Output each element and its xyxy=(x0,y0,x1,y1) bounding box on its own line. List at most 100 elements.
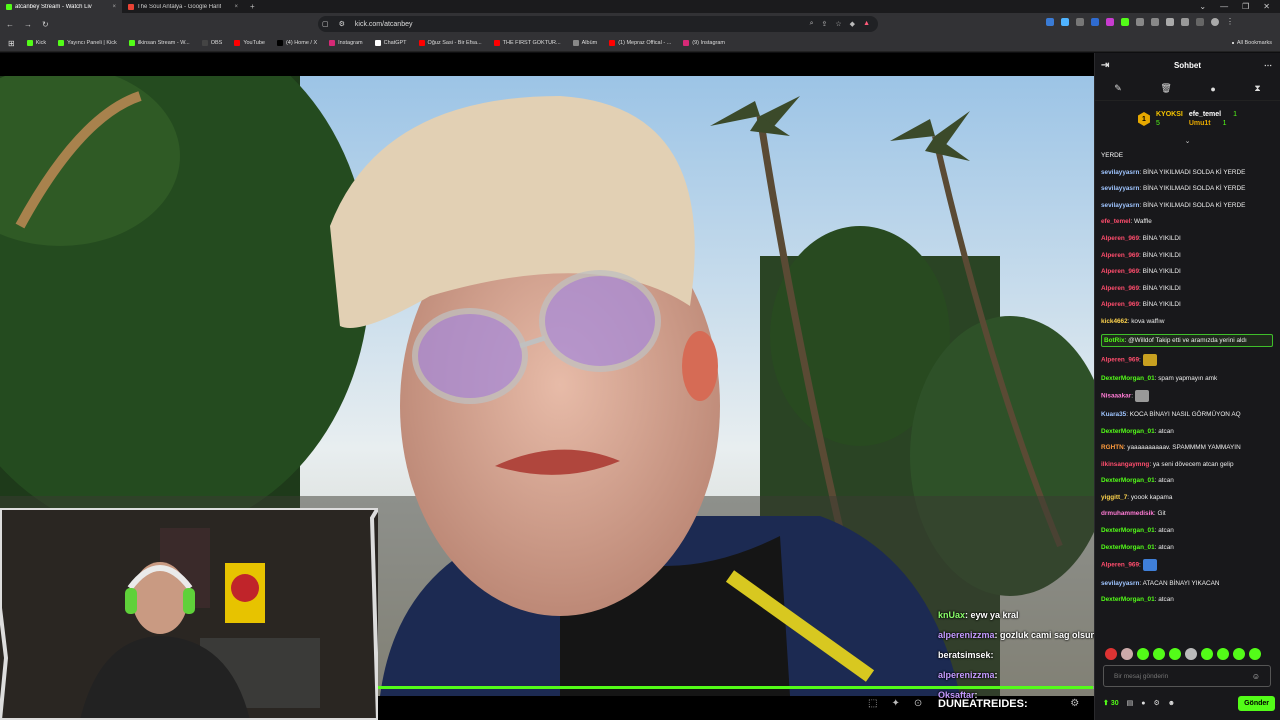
chat-username[interactable]: sevilayyasrn xyxy=(1101,202,1139,209)
bookmark-item[interactable]: ilkinsan Stream - W... xyxy=(128,40,190,46)
send-button[interactable]: Gönder xyxy=(1238,695,1275,711)
chat-username[interactable]: Alperen_969 xyxy=(1101,268,1139,275)
tab-search-icon[interactable]: ⌄ xyxy=(1199,2,1206,11)
chat-username[interactable]: kick4662 xyxy=(1101,318,1128,325)
emote-icon[interactable] xyxy=(1185,648,1197,660)
browser-tab[interactable]: atcanbey Stream - Watch Liv × xyxy=(0,0,122,13)
delete-icon[interactable]: 🗑 xyxy=(1160,83,1171,94)
expand-leaderboard-icon[interactable]: ⌄ xyxy=(1095,137,1280,147)
bookmark-item[interactable]: Albüm xyxy=(572,40,597,46)
bookmark-page-icon[interactable]: ▢ xyxy=(322,20,329,28)
chat-username[interactable]: Alperen_969 xyxy=(1101,285,1139,292)
chat-settings-icon[interactable]: ⚙ xyxy=(1153,699,1159,707)
bookmark-item[interactable]: ChatGPT xyxy=(374,40,407,46)
bookmark-item[interactable]: Kick xyxy=(26,40,46,46)
close-window-button[interactable]: ✕ xyxy=(1263,2,1270,11)
chat-message-input[interactable] xyxy=(1114,672,1252,680)
zoom-icon[interactable]: ⌕ xyxy=(810,20,814,28)
extension-triangle-icon[interactable]: ▲ xyxy=(863,20,870,28)
chat-username[interactable]: Alperen_969 xyxy=(1101,301,1139,308)
emote-icon[interactable] xyxy=(1121,648,1133,660)
minimize-button[interactable]: — xyxy=(1220,2,1228,11)
chat-username[interactable]: yiggitt_7 xyxy=(1101,494,1127,501)
bookmark-item[interactable]: Instagram xyxy=(329,40,363,46)
sidepanel-icon[interactable] xyxy=(1196,18,1204,26)
chat-username[interactable]: Alperen_969 xyxy=(1101,235,1139,242)
browser-tab[interactable]: The Soul Antalya - Google Harit × xyxy=(122,0,244,13)
bookmark-item[interactable]: (4) Home / X xyxy=(276,40,317,46)
emote-icon[interactable] xyxy=(1169,648,1181,660)
bookmark-item[interactable]: Yayıncı Paneli | Kick xyxy=(58,40,117,46)
chat-input-box[interactable]: ☺ xyxy=(1103,665,1271,687)
chat-username[interactable]: drmuhammedisik xyxy=(1101,510,1154,517)
stream-progress-bar[interactable] xyxy=(378,686,1094,689)
tab-close-icon[interactable]: × xyxy=(112,4,116,10)
chat-username[interactable]: DexterMorgan_01 xyxy=(1101,596,1155,603)
profile-icon[interactable] xyxy=(1211,18,1219,26)
chat-menu-icon[interactable]: ⋯ xyxy=(1264,61,1272,70)
bookmark-item[interactable]: THE FIRST GOKTUR... xyxy=(493,40,561,46)
apps-grid-icon[interactable]: ⊞ xyxy=(8,39,15,48)
video-player[interactable]: knUax: eyw ya kral alperenizzma: gozluk c… xyxy=(0,53,1094,720)
chat-username[interactable]: RGHTN xyxy=(1101,444,1124,451)
extension-icon[interactable] xyxy=(1151,18,1159,26)
shield-icon[interactable]: ◆ xyxy=(850,20,855,28)
chat-username[interactable]: Kuara35 xyxy=(1101,411,1126,418)
extension-icon[interactable] xyxy=(1046,18,1054,26)
tab-close-icon[interactable]: × xyxy=(234,4,238,10)
bookmark-item[interactable]: YouTube xyxy=(234,40,265,46)
emote-icon[interactable] xyxy=(1153,648,1165,660)
chat-rules-icon[interactable]: ● xyxy=(1141,700,1145,707)
site-info-icon[interactable]: ⚙ xyxy=(339,20,345,28)
extension-icon[interactable] xyxy=(1106,18,1114,26)
leaderboard-row[interactable]: efe_temel 1 xyxy=(1189,111,1237,118)
emote-icon[interactable] xyxy=(1217,648,1229,660)
chat-username[interactable]: efe_temel xyxy=(1101,218,1131,225)
channel-points[interactable]: ⬆ 30 xyxy=(1103,699,1119,707)
bookmark-item[interactable]: (9) Instagram xyxy=(683,40,725,46)
gift-icon[interactable]: ▤ xyxy=(1127,699,1134,707)
chat-username[interactable]: sevilayyasrn xyxy=(1101,580,1139,587)
emote-icon[interactable] xyxy=(1137,648,1149,660)
address-url[interactable]: kick.com/atcanbey xyxy=(355,21,800,28)
chat-username[interactable]: DexterMorgan_01 xyxy=(1101,544,1155,551)
chat-username[interactable]: DexterMorgan_01 xyxy=(1101,375,1155,382)
chat-username[interactable]: Alperen_969 xyxy=(1101,562,1139,569)
emote-icon[interactable] xyxy=(1249,648,1261,660)
bookmark-item[interactable]: OBS xyxy=(201,40,222,46)
emote-icon[interactable] xyxy=(1105,648,1117,660)
new-tab-button[interactable]: + xyxy=(244,2,261,11)
leaderboard-top-name[interactable]: KYOKSI xyxy=(1156,111,1183,118)
extension-icon[interactable] xyxy=(1121,18,1129,26)
chat-username[interactable]: DexterMorgan_01 xyxy=(1101,428,1155,435)
address-bar[interactable]: ▢ ⚙ kick.com/atcanbey ⌕ ⇪ ☆ ◆ ▲ xyxy=(318,16,878,32)
reload-icon[interactable]: ↻ xyxy=(42,20,49,29)
timer-icon[interactable]: ⧗ xyxy=(1254,83,1260,94)
extension-icon[interactable] xyxy=(1136,18,1144,26)
emote-icon[interactable] xyxy=(1201,648,1213,660)
emote-icon[interactable] xyxy=(1233,648,1245,660)
chat-username[interactable]: Alperen_969 xyxy=(1101,252,1139,259)
pip-icon[interactable]: ⊙ xyxy=(914,698,922,709)
settings-icon[interactable]: ⚙ xyxy=(1070,698,1079,709)
mod-tools-icon[interactable]: ✎ xyxy=(1114,83,1122,94)
chat-bubble-icon[interactable]: ● xyxy=(1210,84,1215,94)
chat-username[interactable]: DexterMorgan_01 xyxy=(1101,477,1155,484)
forward-icon[interactable]: → xyxy=(24,20,32,29)
chat-username[interactable]: ilkinsangaymng xyxy=(1101,461,1149,468)
bookmark-item[interactable]: Oğuz Sasi - Bir Efsa... xyxy=(418,40,482,46)
emoji-picker-icon[interactable]: ☺ xyxy=(1252,672,1260,681)
back-icon[interactable]: ← xyxy=(6,20,14,29)
all-bookmarks-button[interactable]: All Bookmarks xyxy=(1231,40,1272,46)
extension-icon[interactable] xyxy=(1181,18,1189,26)
chat-username[interactable]: Nisaaakar xyxy=(1101,393,1131,400)
maximize-button[interactable]: ❐ xyxy=(1242,2,1249,11)
extension-icon[interactable] xyxy=(1166,18,1174,26)
chat-username[interactable]: Alperen_969 xyxy=(1101,357,1139,364)
extension-icon[interactable] xyxy=(1076,18,1084,26)
theater-icon[interactable]: ✦ xyxy=(891,698,899,709)
clip-icon[interactable]: ⬚ xyxy=(868,698,877,709)
chat-username[interactable]: BotRix xyxy=(1104,337,1125,344)
menu-icon[interactable]: ⋮ xyxy=(1226,18,1234,26)
bookmark-item[interactable]: (1) Mepraz Offical - ... xyxy=(609,40,671,46)
